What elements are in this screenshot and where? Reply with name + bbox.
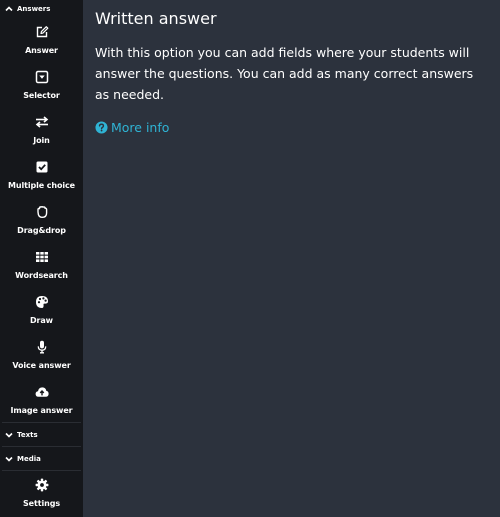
tool-drag-drop-label: Drag&drop xyxy=(17,226,66,235)
description-text: With this option you can add fields wher… xyxy=(95,45,474,102)
chevron-down-icon xyxy=(5,432,13,438)
tool-wordsearch[interactable]: Wordsearch xyxy=(0,242,83,287)
section-texts-label: Texts xyxy=(17,430,38,439)
edit-icon xyxy=(36,26,48,38)
question-circle-icon xyxy=(95,121,108,134)
tool-multiple-choice[interactable]: Multiple choice xyxy=(0,152,83,197)
dropdown-box-icon xyxy=(35,70,48,84)
section-media-toggle[interactable]: Media xyxy=(0,447,83,470)
palette-icon xyxy=(35,296,48,308)
swap-arrows-icon xyxy=(35,116,48,128)
main-panel: Written answer With this option you can … xyxy=(95,8,490,135)
tool-join-label: Join xyxy=(33,136,50,145)
tool-answer-label: Answer xyxy=(25,46,58,55)
tool-drag-drop[interactable]: Drag&drop xyxy=(0,197,83,242)
sidebar: Answers Answer Selector Join Multiple ch… xyxy=(0,0,83,517)
more-info-link[interactable]: More info xyxy=(95,120,490,135)
chevron-down-icon xyxy=(5,456,13,462)
section-answers-label: Answers xyxy=(17,4,51,13)
grid-icon xyxy=(35,252,48,262)
tool-image-answer-label: Image answer xyxy=(10,406,73,415)
section-texts-toggle[interactable]: Texts xyxy=(0,423,83,446)
tool-join[interactable]: Join xyxy=(0,107,83,152)
tool-selector[interactable]: Selector xyxy=(0,62,83,107)
more-info-label[interactable]: More info xyxy=(111,120,169,135)
tool-draw[interactable]: Draw xyxy=(0,287,83,332)
microphone-icon xyxy=(37,340,46,354)
page-title: Written answer xyxy=(95,9,217,28)
settings-button[interactable]: Settings xyxy=(0,471,83,516)
gear-icon xyxy=(35,478,48,492)
checkbox-icon xyxy=(36,161,47,173)
cloud-upload-icon xyxy=(35,387,49,397)
tool-draw-label: Draw xyxy=(30,316,53,325)
settings-label: Settings xyxy=(23,499,60,508)
tool-multiple-choice-label: Multiple choice xyxy=(8,181,75,190)
section-answers-toggle[interactable]: Answers xyxy=(0,0,83,17)
tool-wordsearch-label: Wordsearch xyxy=(15,271,68,280)
chevron-up-icon xyxy=(5,5,13,11)
section-media-label: Media xyxy=(17,454,41,463)
tool-voice-answer[interactable]: Voice answer xyxy=(0,332,83,377)
hand-icon xyxy=(36,205,47,218)
tool-answer[interactable]: Answer xyxy=(0,17,83,62)
tool-selector-label: Selector xyxy=(23,91,60,100)
tool-image-answer[interactable]: Image answer xyxy=(0,377,83,422)
tool-voice-answer-label: Voice answer xyxy=(12,361,71,370)
